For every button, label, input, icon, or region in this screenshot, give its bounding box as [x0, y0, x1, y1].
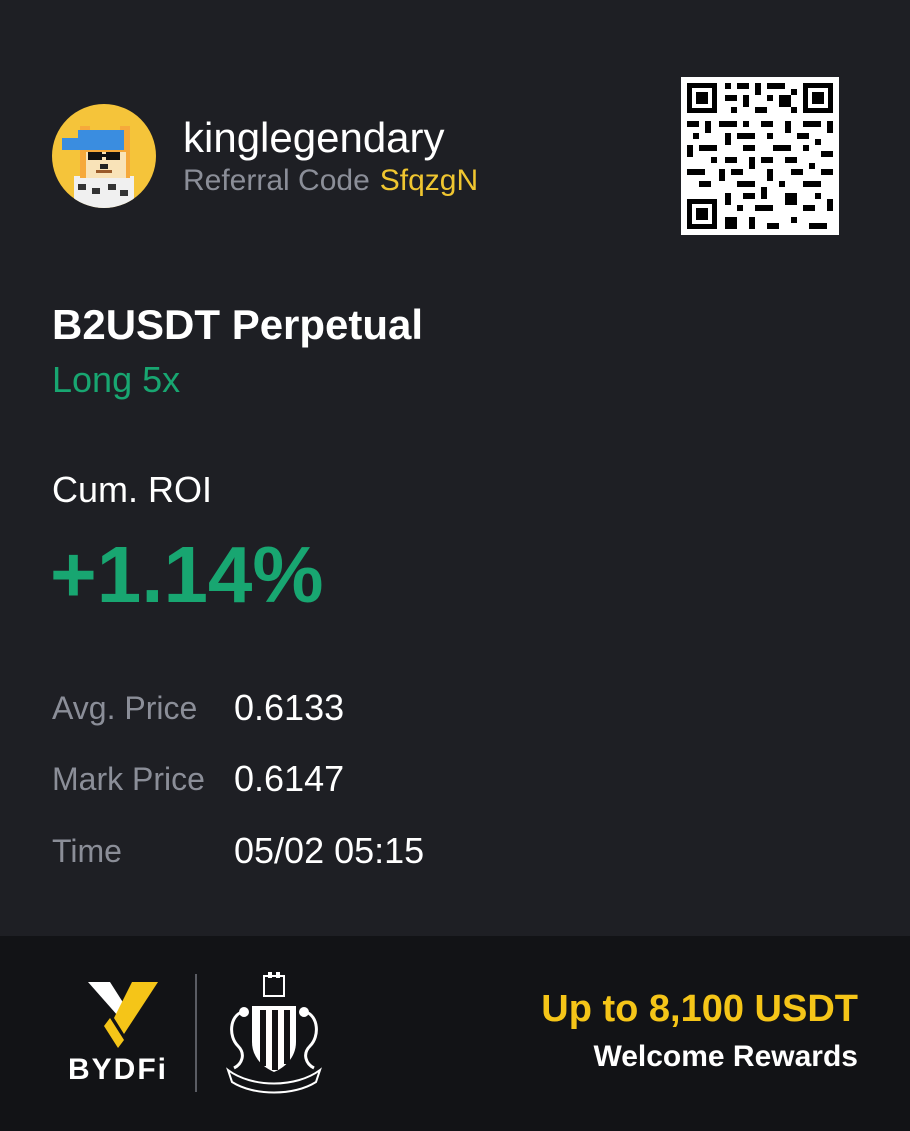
detail-label: Time: [52, 833, 122, 869]
roi-label: Cum. ROI: [52, 469, 213, 510]
roi-value: +1.14%: [50, 530, 324, 619]
footer-divider: [195, 974, 197, 1092]
detail-value: 0.6147: [234, 758, 345, 799]
detail-value: 05/02 05:15: [234, 830, 425, 871]
bydfi-brand-text: BYDFi: [68, 1053, 168, 1086]
username: kinglegendary: [183, 114, 445, 161]
promo-subtitle: Welcome Rewards: [593, 1040, 858, 1073]
share-card: kinglegendary Referral Code SfqzgN B2USD…: [0, 0, 910, 1131]
newcastle-united-crest-icon: [212, 972, 336, 1094]
promo-title: Up to 8,100 USDT: [541, 988, 858, 1030]
trading-pair: B2USDT Perpetual: [52, 301, 424, 348]
detail-value: 0.6133: [234, 687, 345, 728]
promo-footer: BYDFi Up to 8,100 USDT Welcome Rewards: [0, 936, 910, 1131]
referral-label: Referral Code: [183, 164, 370, 197]
qr-code-icon: [681, 77, 839, 235]
dog-avatar-icon: [52, 104, 156, 208]
detail-label: Avg. Price: [52, 690, 198, 726]
position-side: Long 5x: [52, 359, 181, 400]
detail-label: Mark Price: [52, 761, 205, 797]
referral-line: Referral Code SfqzgN: [183, 162, 478, 200]
referral-code: SfqzgN: [379, 164, 479, 197]
